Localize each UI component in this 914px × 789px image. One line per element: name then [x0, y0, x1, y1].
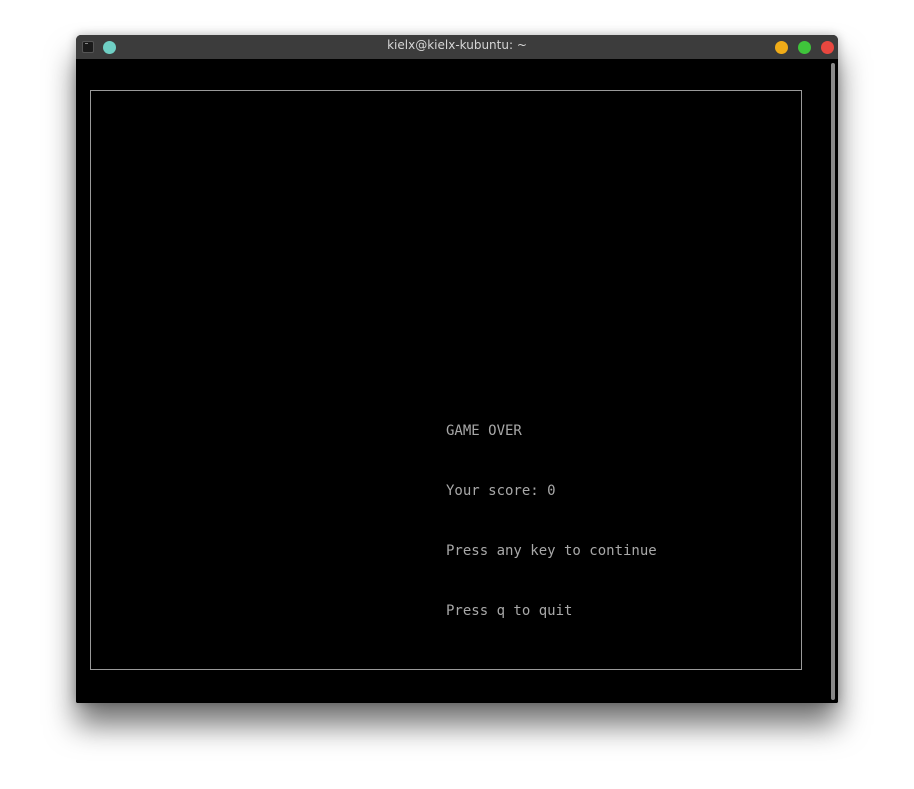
terminal-area[interactable]: GAME OVER Your score: 0 Press any key to… — [76, 59, 838, 703]
quit-prompt: Press q to quit — [446, 603, 573, 619]
scrollbar[interactable] — [831, 63, 835, 700]
title-bar[interactable]: kielx@kielx-kubuntu: ~ — [76, 35, 838, 59]
close-button[interactable] — [821, 41, 834, 54]
window-title: kielx@kielx-kubuntu: ~ — [387, 38, 527, 52]
continue-prompt: Press any key to continue — [446, 543, 657, 559]
terminal-window: kielx@kielx-kubuntu: ~ GAME OVER Your sc… — [76, 35, 838, 703]
score-text: Your score: 0 — [446, 483, 556, 499]
maximize-button[interactable] — [798, 41, 811, 54]
minimize-button[interactable] — [775, 41, 788, 54]
game-over-message: GAME OVER Your score: 0 Press any key to… — [446, 381, 657, 661]
game-over-title: GAME OVER — [446, 423, 522, 439]
